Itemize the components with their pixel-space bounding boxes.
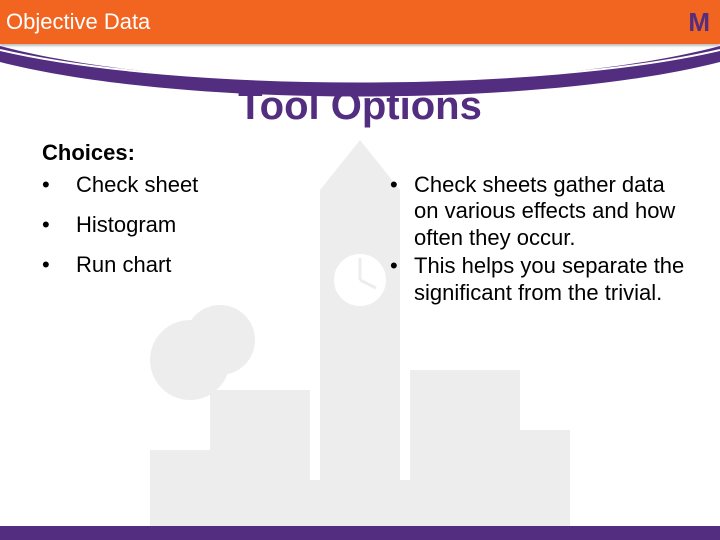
footer-bar [0, 526, 720, 540]
list-item: • This helps you separate the significan… [390, 253, 690, 306]
header-bar: Objective Data M [0, 0, 720, 44]
list-item-label: Check sheet [76, 172, 198, 198]
list-item: • Histogram [42, 212, 342, 238]
list-item: • Run chart [42, 252, 342, 278]
bullet-icon: • [390, 172, 414, 198]
bullet-icon: • [390, 253, 414, 279]
list-item: • Check sheet [42, 172, 342, 198]
slide: Objective Data M Tool Options Choices: •… [0, 0, 720, 540]
slide-title: Tool Options [0, 84, 720, 129]
list-item-label: Run chart [76, 252, 171, 278]
header-badge: M [688, 7, 710, 38]
bullet-icon: • [42, 252, 76, 278]
bullet-icon: • [42, 212, 76, 238]
description-list: • Check sheets gather data on various ef… [390, 172, 690, 308]
choices-label: Choices: [42, 140, 135, 166]
header-title: Objective Data [6, 9, 150, 35]
choices-list: • Check sheet • Histogram • Run chart [42, 172, 342, 292]
bullet-icon: • [42, 172, 76, 198]
list-item-text: Check sheets gather data on various effe… [414, 172, 690, 251]
list-item-label: Histogram [76, 212, 176, 238]
list-item-text: This helps you separate the significant … [414, 253, 690, 306]
list-item: • Check sheets gather data on various ef… [390, 172, 690, 251]
